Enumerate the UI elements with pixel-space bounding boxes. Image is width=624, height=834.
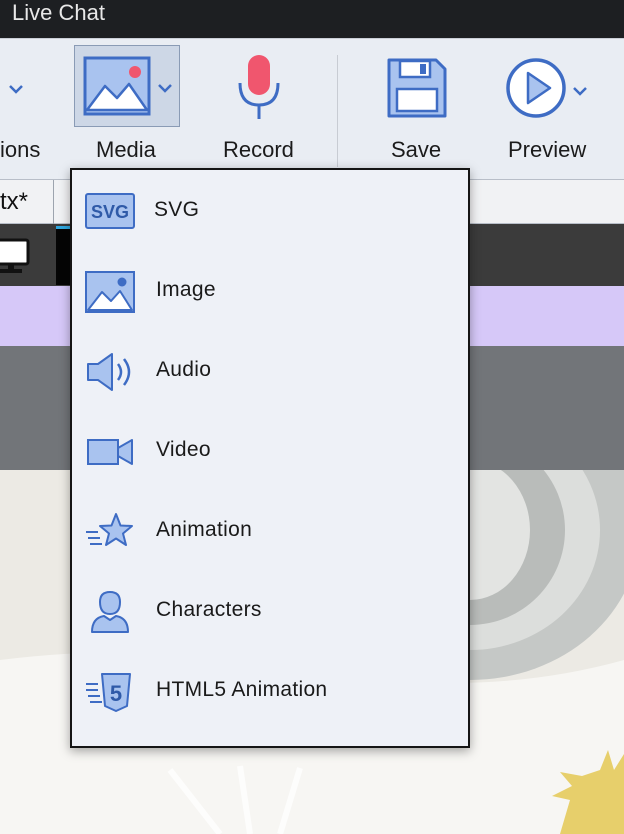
partial-button-label: ions xyxy=(0,137,41,162)
svg-icon-text: SVG xyxy=(91,202,129,222)
media-button-label: Media xyxy=(96,137,156,162)
preview-button-label: Preview xyxy=(508,137,587,162)
media-dropdown-menu: SVG SVG Image Audio Video Animation Char… xyxy=(70,168,470,748)
menu-item-html5-animation[interactable]: 5 HTML5 Animation xyxy=(72,662,468,722)
partial-toolbar-button[interactable]: ions xyxy=(0,39,60,179)
audio-icon xyxy=(87,353,131,391)
document-tab-label: tx* xyxy=(0,188,29,215)
menu-item-label: SVG xyxy=(154,198,200,221)
save-icon xyxy=(387,58,447,118)
html5-animation-icon: 5 xyxy=(86,673,131,712)
media-button[interactable]: Media xyxy=(74,39,184,179)
svg-icon: SVG xyxy=(85,193,135,229)
menu-item-characters[interactable]: Characters xyxy=(72,582,468,642)
record-button[interactable]: Record xyxy=(214,39,304,179)
menu-item-video[interactable]: Video xyxy=(72,422,468,482)
chevron-down-icon[interactable] xyxy=(8,83,24,95)
menu-item-label: Animation xyxy=(156,518,253,541)
characters-icon xyxy=(91,590,129,633)
menu-item-label: Characters xyxy=(156,598,262,621)
play-icon xyxy=(506,58,566,118)
menu-item-label: Image xyxy=(156,278,216,301)
chevron-down-icon[interactable] xyxy=(157,82,173,94)
monitor-icon xyxy=(0,238,30,273)
window-title: Live Chat xyxy=(12,0,105,25)
menu-item-label: HTML5 Animation xyxy=(156,678,328,701)
image-icon xyxy=(83,56,151,116)
animation-icon xyxy=(86,513,133,546)
chevron-down-icon[interactable] xyxy=(572,85,588,97)
save-button[interactable]: Save xyxy=(380,39,460,179)
menu-item-label: Video xyxy=(156,438,211,461)
media-button-highlight[interactable] xyxy=(74,45,180,127)
menu-item-label: Audio xyxy=(156,358,212,381)
html5-icon-text: 5 xyxy=(110,681,122,706)
toolbar-separator xyxy=(337,55,338,167)
image-icon xyxy=(85,271,135,313)
ribbon-toolbar: ions Media Record Save Preview xyxy=(0,38,624,180)
microphone-icon xyxy=(238,55,280,119)
menu-item-svg[interactable]: SVG SVG xyxy=(72,182,468,242)
window-titlebar: Live Chat xyxy=(0,0,624,38)
save-button-label: Save xyxy=(391,137,442,162)
menu-item-audio[interactable]: Audio xyxy=(72,342,468,402)
record-button-label: Record xyxy=(223,137,294,162)
document-tab[interactable]: tx* xyxy=(0,180,54,224)
video-icon xyxy=(87,439,133,465)
menu-item-animation[interactable]: Animation xyxy=(72,502,468,562)
preview-button[interactable]: Preview xyxy=(500,39,600,179)
menu-item-image[interactable]: Image xyxy=(72,262,468,322)
